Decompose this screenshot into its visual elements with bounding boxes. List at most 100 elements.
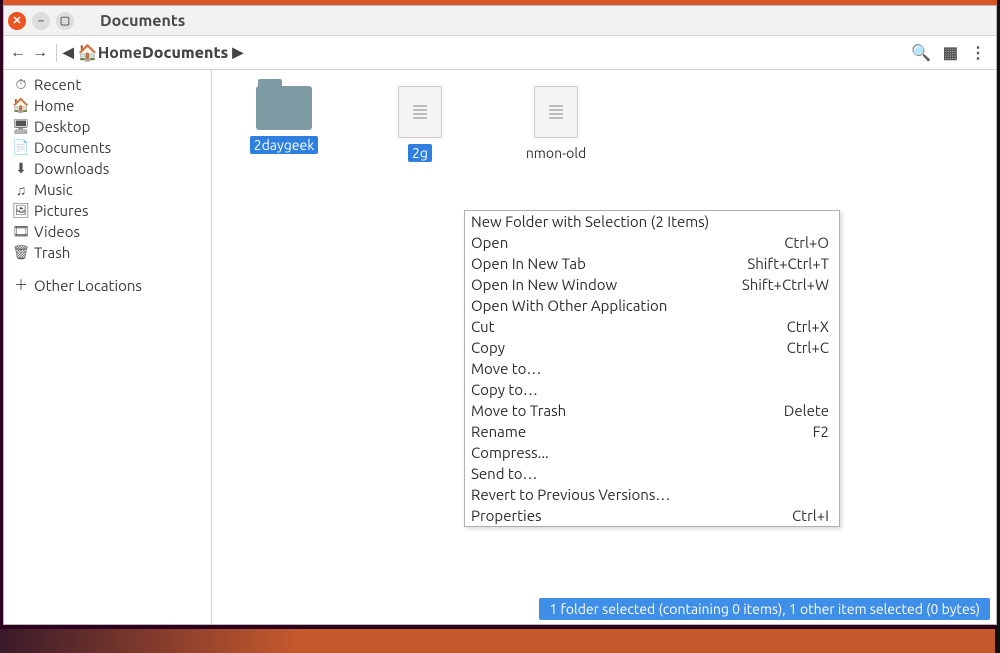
document-icon: ≣ [534,86,578,138]
menu-item-accel: F2 [813,422,829,441]
close-icon[interactable]: ✕ [8,12,26,30]
menu-item[interactable]: Copy to… [465,379,839,400]
forward-button[interactable]: → [30,43,50,62]
menu-item[interactable]: Move to TrashDelete [465,400,839,421]
menu-item-accel: Shift+Ctrl+W [742,275,829,294]
sidebar-item-label: Desktop [34,118,90,135]
file-nmon-old[interactable]: ≣ nmon-old [508,86,604,162]
sidebar-item-home[interactable]: 🏠Home [4,95,211,116]
separator [56,44,57,62]
menu-item-accel: Ctrl+X [787,317,829,336]
menu-item-label: New Folder with Selection (2 Items) [471,212,829,231]
menu-item[interactable]: PropertiesCtrl+I [465,505,839,526]
grid-view-icon[interactable]: ▦ [943,43,958,62]
menu-item[interactable]: CopyCtrl+C [465,337,839,358]
context-menu: New Folder with Selection (2 Items)OpenC… [464,210,840,527]
status-bar: 1 folder selected (containing 0 items), … [539,598,990,620]
content-area[interactable]: 2daygeek ≣ 2g ≣ nmon-old New Folder with Sel… [212,70,996,624]
file-2g[interactable]: ≣ 2g [372,86,468,162]
menu-item[interactable]: New Folder with Selection (2 Items) [465,211,839,232]
folder-2daygeek[interactable]: 2daygeek [236,86,332,154]
home-icon: 🏠 [78,43,98,62]
menu-item[interactable]: CutCtrl+X [465,316,839,337]
menu-item-accel: Delete [784,401,829,420]
menu-item-label: Send to… [471,464,829,483]
recent-icon: ⏱ [12,76,30,93]
menu-item-label: Compress... [471,443,829,462]
menu-item-label: Copy to… [471,380,829,399]
file-label: 2g [408,144,432,162]
breadcrumb[interactable]: 🏠 Home Documents ▶ [78,43,243,62]
status-text: 1 folder selected (containing 0 items), … [549,601,980,617]
sidebar-item-label: Videos [34,223,80,240]
sidebar-item-label: Documents [34,139,111,156]
sidebar-item-label: Music [34,181,73,198]
menu-item[interactable]: Open With Other Application [465,295,839,316]
maximize-icon[interactable]: ▢ [56,12,74,30]
document-icon: ≣ [398,86,442,138]
music-icon: ♫ [12,182,30,198]
sidebar: ⏱Recent🏠Home🖥Desktop📄Documents⬇Downloads… [4,70,212,624]
downloads-icon: ⬇ [12,160,30,177]
files-grid: 2daygeek ≣ 2g ≣ nmon-old [212,70,996,178]
sidebar-item-music[interactable]: ♫Music [4,179,211,200]
menu-item-accel: Shift+Ctrl+T [747,254,829,273]
folder-icon [256,86,312,130]
plus-icon: ＋ [12,275,30,295]
sidebar-item-label: Pictures [34,202,89,219]
sidebar-item-desktop[interactable]: 🖥Desktop [4,116,211,137]
sidebar-item-label: Downloads [34,160,109,177]
menu-item-label: Properties [471,506,792,525]
menu-item-label: Rename [471,422,813,441]
chevron-right-icon: ▶ [232,44,243,61]
menu-item[interactable]: Compress... [465,442,839,463]
window-title: Documents [100,12,185,30]
menu-item[interactable]: Send to… [465,463,839,484]
menu-item-label: Move to… [471,359,829,378]
menu-item-label: Revert to Previous Versions… [471,485,829,504]
sidebar-item-documents[interactable]: 📄Documents [4,137,211,158]
back-button[interactable]: ← [8,43,28,62]
menu-item[interactable]: Open In New TabShift+Ctrl+T [465,253,839,274]
menu-item-accel: Ctrl+O [784,233,829,252]
sidebar-other-locations[interactable]: ＋ Other Locations [4,273,211,297]
menu-icon[interactable]: ⋮ [970,43,986,62]
sidebar-item-videos[interactable]: 🎞Videos [4,221,211,242]
breadcrumb-up-icon[interactable]: ◀ [63,44,74,61]
toolbar: ← → ◀ 🏠 Home Documents ▶ 🔍 ▦ ⋮ [4,36,996,70]
menu-item-label: Cut [471,317,787,336]
file-manager-window: ✕ – ▢ Documents ← → ◀ 🏠 Home Documents ▶… [3,5,997,625]
breadcrumb-current[interactable]: Documents [142,44,228,62]
menu-item[interactable]: Move to… [465,358,839,379]
menu-item[interactable]: Open In New WindowShift+Ctrl+W [465,274,839,295]
sidebar-item-trash[interactable]: 🗑Trash [4,242,211,263]
menu-item[interactable]: OpenCtrl+O [465,232,839,253]
sidebar-item-pictures[interactable]: 🖼Pictures [4,200,211,221]
breadcrumb-home[interactable]: Home [98,44,142,62]
sidebar-item-label: Trash [34,244,70,261]
menu-item[interactable]: RenameF2 [465,421,839,442]
sidebar-item-recent[interactable]: ⏱Recent [4,74,211,95]
menu-item-label: Copy [471,338,787,357]
desktop-icon: 🖥 [12,118,30,135]
home-icon: 🏠 [12,97,30,114]
toolbar-right: 🔍 ▦ ⋮ [911,43,992,62]
desktop-bottom-strip [0,629,1000,653]
trash-icon: 🗑 [12,244,30,261]
file-label: nmon-old [522,144,590,162]
menu-item-label: Open In New Window [471,275,742,294]
search-icon[interactable]: 🔍 [911,43,931,62]
menu-item-accel: Ctrl+I [792,506,829,525]
menu-item-accel: Ctrl+C [787,338,829,357]
menu-item[interactable]: Revert to Previous Versions… [465,484,839,505]
titlebar: ✕ – ▢ Documents [4,6,996,36]
sidebar-item-label: Other Locations [34,277,142,294]
pictures-icon: 🖼 [12,202,30,219]
file-label: 2daygeek [250,136,319,154]
menu-item-label: Move to Trash [471,401,784,420]
menu-item-label: Open With Other Application [471,296,829,315]
sidebar-item-downloads[interactable]: ⬇Downloads [4,158,211,179]
menu-item-label: Open In New Tab [471,254,747,273]
nav-buttons: ← → [8,43,50,62]
minimize-icon[interactable]: – [32,12,50,30]
